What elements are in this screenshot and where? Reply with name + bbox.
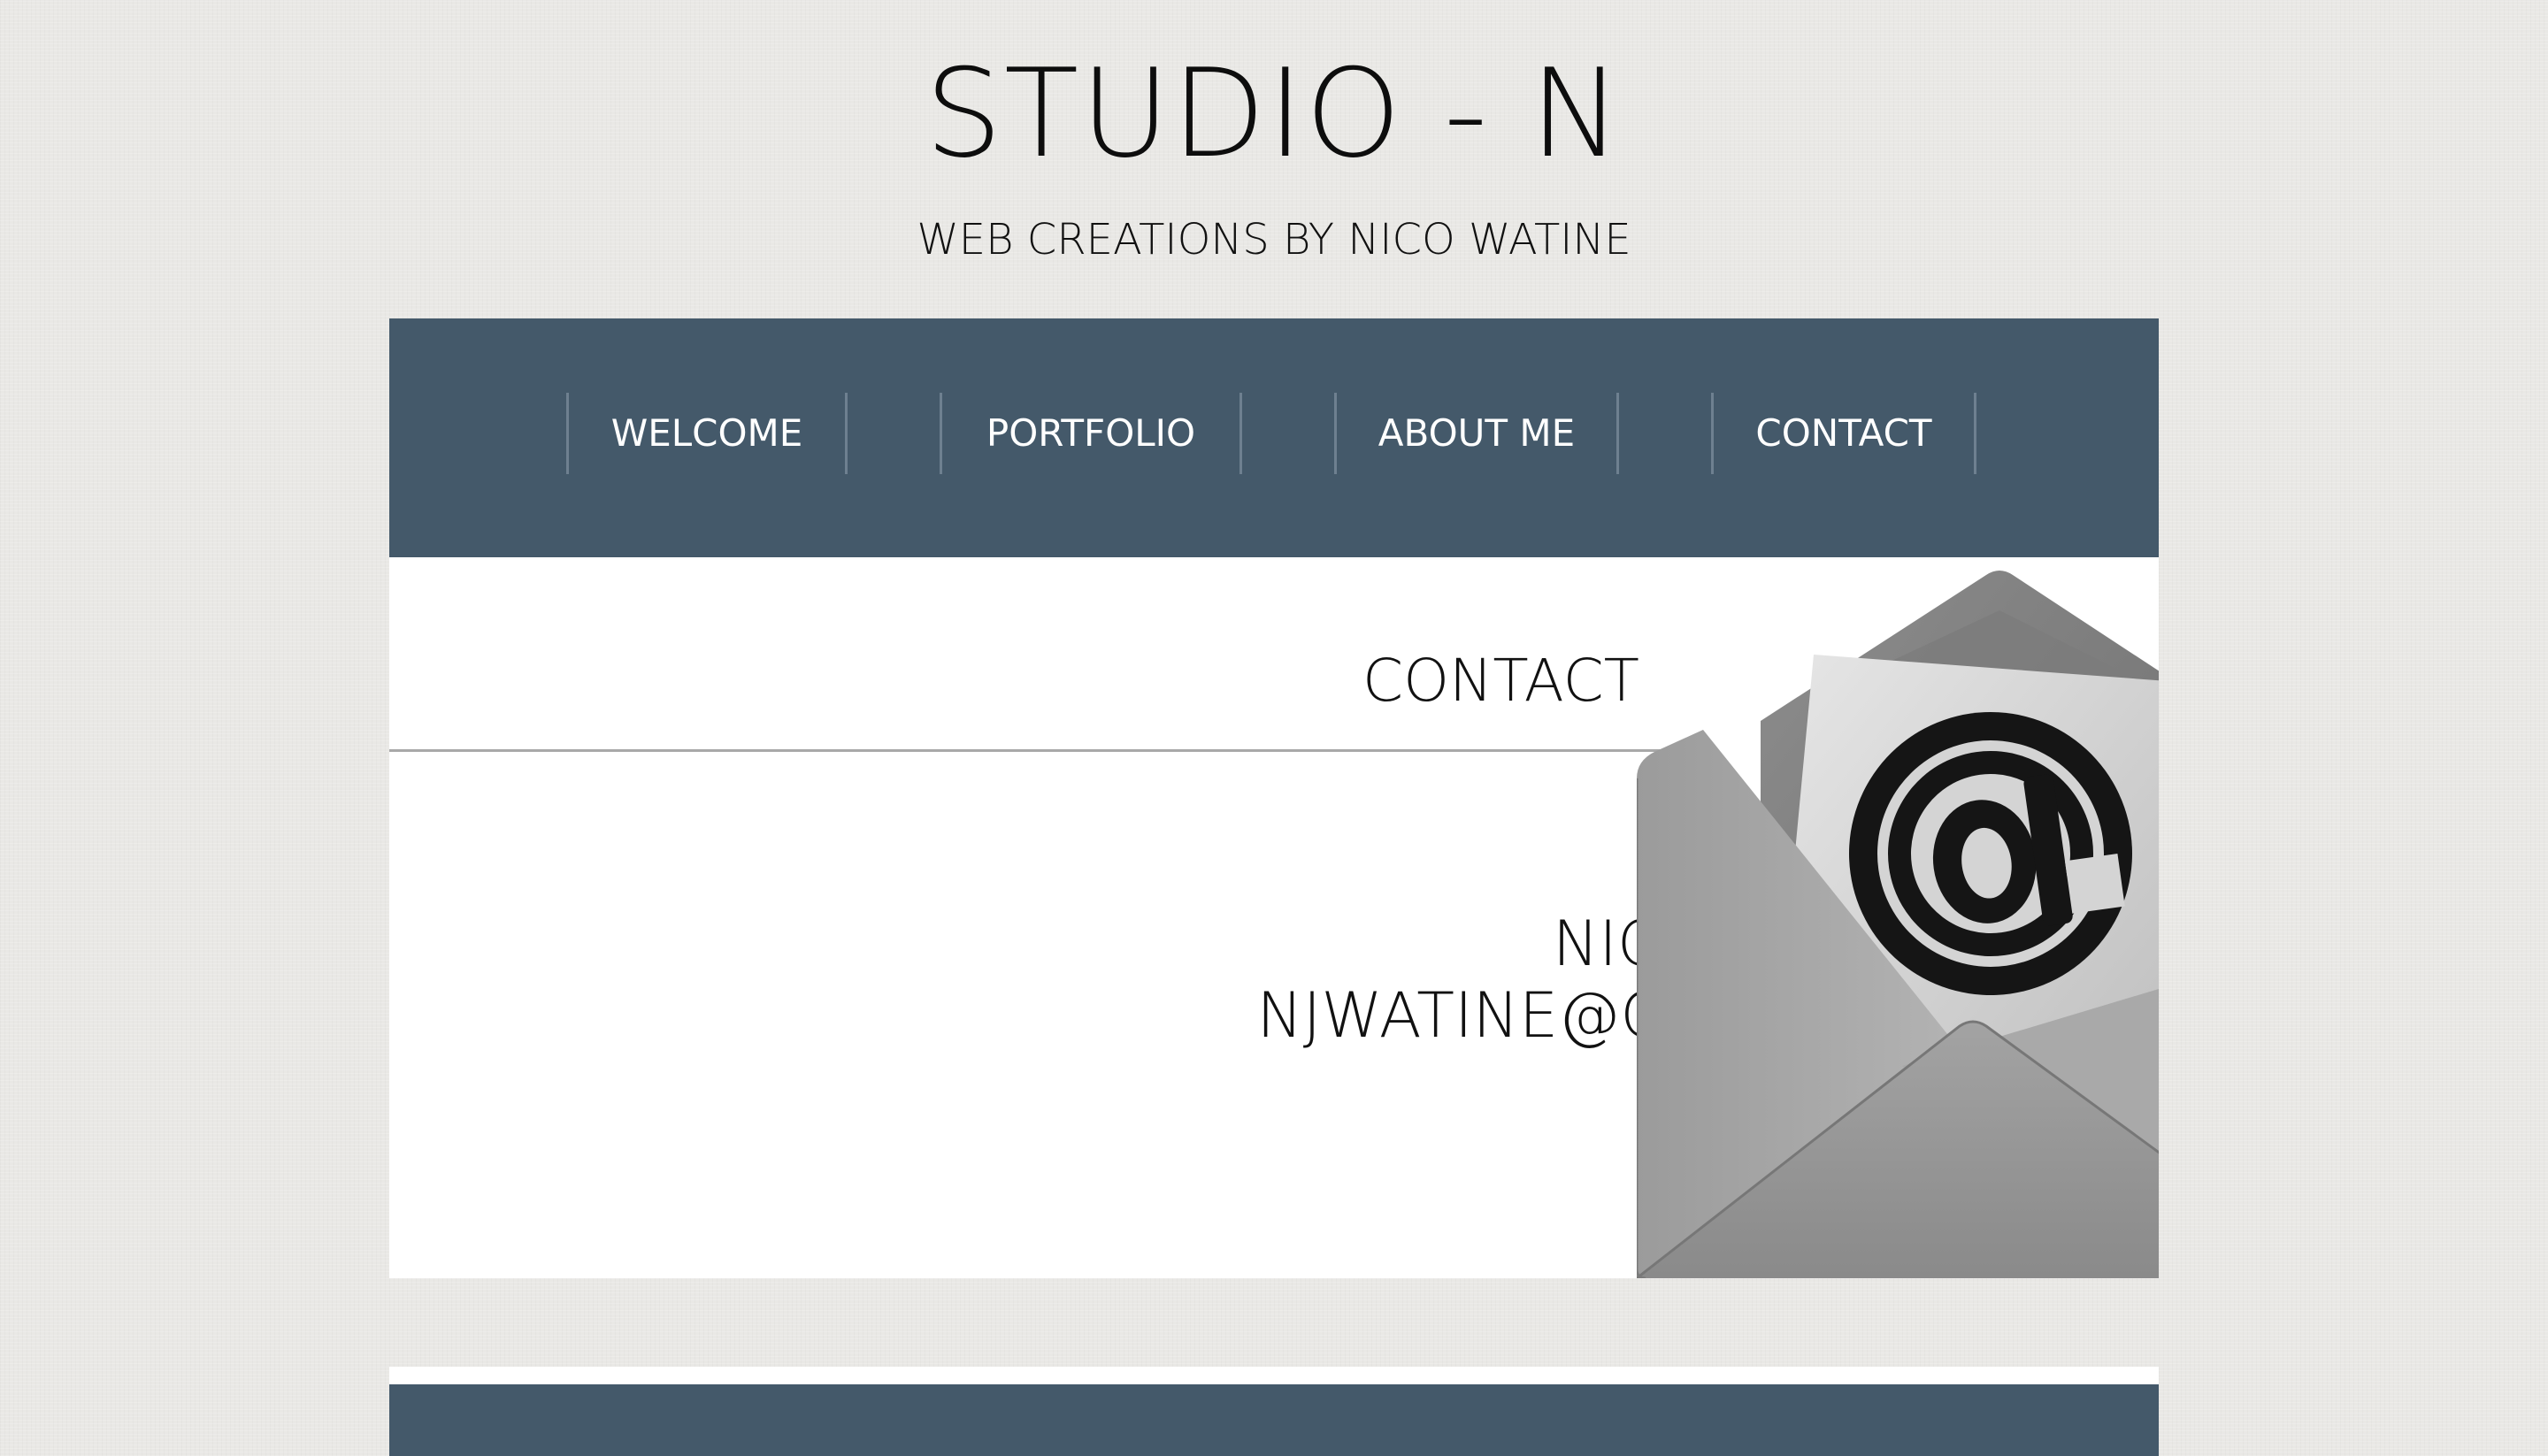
footer-spacer [389,1367,2159,1384]
site-subtitle: WEB CREATIONS BY NICO WATINE [917,215,1631,264]
nav-item-about-me[interactable]: ABOUT ME [1334,393,1619,474]
section-divider [389,749,1681,752]
contact-panel: CONTACT NICO WATINE NJWATINE@GMAIL.COM [389,557,2159,1278]
footer-bar [389,1384,2159,1456]
site-title: STUDIO - N [925,42,1623,185]
nav-item-portfolio[interactable]: PORTFOLIO [940,393,1242,474]
nav-item-welcome[interactable]: WELCOME [566,393,848,474]
main-nav: WELCOME PORTFOLIO ABOUT ME CONTACT [389,318,2159,557]
nav-item-contact[interactable]: CONTACT [1711,393,1976,474]
site-header: STUDIO - N WEB CREATIONS BY NICO WATINE [0,0,2548,301]
email-envelope-at-icon [1637,571,2159,1278]
